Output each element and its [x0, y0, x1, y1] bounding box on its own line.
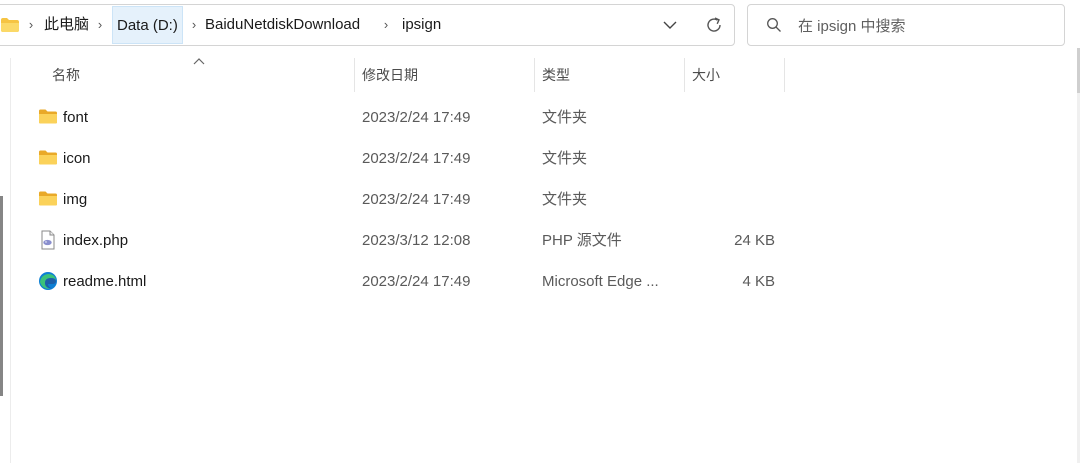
edge-icon: [39, 272, 57, 290]
file-size: 24 KB: [734, 232, 775, 249]
folder-icon: [39, 150, 57, 165]
file-type: Microsoft Edge ...: [542, 273, 659, 290]
breadcrumb-baidunetdisk[interactable]: BaiduNetdiskDownload: [205, 5, 360, 45]
search-input[interactable]: [796, 11, 1050, 41]
file-type: 文件夹: [542, 109, 588, 126]
file-name: icon: [63, 150, 91, 167]
file-row-icon[interactable]: icon 2023/2/24 17:49 文件夹: [28, 138, 788, 179]
breadcrumb-ipsign[interactable]: ipsign: [402, 5, 441, 45]
file-name: index.php: [63, 232, 129, 249]
folder-icon: [39, 191, 57, 206]
column-header-type[interactable]: 类型: [535, 58, 685, 92]
column-header-name[interactable]: 名称: [40, 58, 355, 92]
search-icon: [767, 18, 781, 32]
file-size: [684, 138, 775, 179]
address-bar[interactable]: › 此电脑 › Data (D:) › BaiduNetdiskDownload…: [0, 4, 735, 46]
column-header-modified-label: 修改日期: [362, 67, 418, 83]
breadcrumb-chevron-icon[interactable]: ›: [95, 5, 105, 45]
file-size: [684, 97, 775, 138]
chevron-down-icon[interactable]: [662, 17, 678, 33]
file-type: 文件夹: [542, 150, 588, 167]
file-name: readme.html: [63, 273, 147, 290]
column-header-type-label: 类型: [542, 67, 570, 83]
file-row-font[interactable]: font 2023/2/24 17:49 文件夹: [28, 97, 788, 138]
file-name: font: [63, 109, 89, 126]
folder-icon: [39, 109, 57, 124]
file-modified: 2023/2/24 17:49: [362, 273, 471, 290]
navigation-pane-scrollbar[interactable]: [0, 196, 3, 396]
file-row-readme-html[interactable]: readme.html 2023/2/24 17:49 Microsoft Ed…: [28, 261, 788, 302]
file-modified: 2023/2/24 17:49: [362, 191, 471, 208]
file-size: 4 KB: [742, 273, 775, 290]
column-header-modified[interactable]: 修改日期: [355, 58, 535, 92]
breadcrumb-data-drive[interactable]: Data (D:): [112, 6, 183, 44]
breadcrumb-chevron-icon[interactable]: ›: [26, 5, 36, 45]
breadcrumb-chevron-icon[interactable]: ›: [189, 5, 199, 45]
folder-icon: [1, 18, 19, 32]
file-row-img[interactable]: img 2023/2/24 17:49 文件夹: [28, 179, 788, 220]
file-name: img: [63, 191, 88, 208]
file-modified: 2023/2/24 17:49: [362, 109, 471, 126]
file-type: PHP 源文件: [542, 232, 622, 249]
file-type: 文件夹: [542, 191, 588, 208]
column-header-size[interactable]: 大小: [685, 58, 785, 92]
search-box[interactable]: [747, 4, 1065, 46]
breadcrumb-this-pc[interactable]: 此电脑: [44, 5, 89, 45]
file-modified: 2023/3/12 12:08: [362, 232, 471, 249]
file-row-index-php[interactable]: index.php 2023/3/12 12:08 PHP 源文件 24 KB: [28, 220, 788, 261]
refresh-icon[interactable]: [705, 16, 723, 34]
pane-divider[interactable]: [10, 58, 11, 463]
column-header-size-label: 大小: [692, 67, 720, 83]
file-modified: 2023/2/24 17:49: [362, 150, 471, 167]
breadcrumb-chevron-icon[interactable]: ›: [381, 5, 391, 45]
php-file-icon: [41, 230, 55, 250]
file-size: [684, 179, 775, 220]
column-header-name-label: 名称: [52, 67, 80, 83]
